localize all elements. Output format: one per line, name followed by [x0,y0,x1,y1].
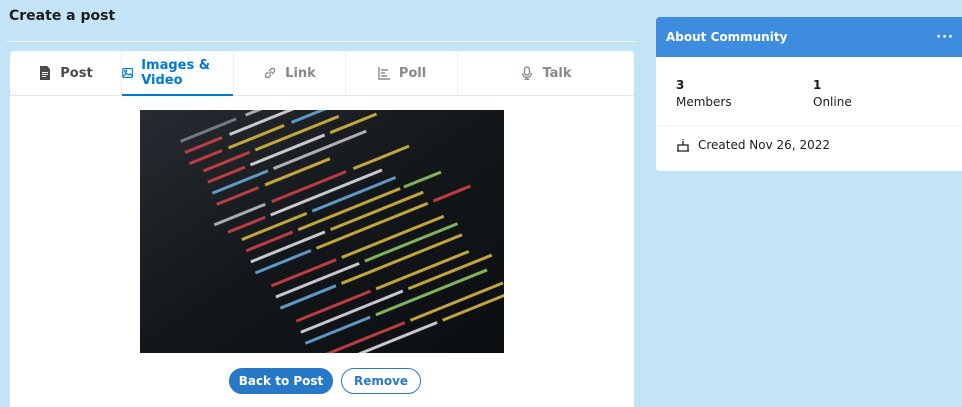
code-screen-image [140,110,504,353]
members-count: 3 [676,78,685,92]
tab-label: Poll [398,65,427,81]
link-icon [264,67,276,79]
create-post-card: Post Images & Video Link Poll Talk Back … [10,51,634,407]
created-date: Created Nov 26, 2022 [698,138,830,152]
tab-link[interactable]: Link [234,51,346,95]
more-options-icon[interactable]: ··· [936,30,954,45]
created-date-row: Created Nov 26, 2022 [656,126,962,164]
tab-images-video[interactable]: Images & Video [122,51,234,96]
back-to-post-button[interactable]: Back to Post [229,368,333,394]
remove-button[interactable]: Remove [341,368,421,394]
members-stat: 3 Members [676,77,813,125]
image-actions: Back to Post Remove [10,368,634,394]
tab-post[interactable]: Post [10,51,122,95]
about-community-title: About Community [666,30,788,44]
tab-label: Link [285,65,316,81]
online-count: 1 [813,78,822,92]
document-icon [40,66,51,80]
tab-poll[interactable]: Poll [346,51,458,95]
title-divider [7,41,635,42]
tab-talk[interactable]: Talk [458,51,634,95]
about-community-card: About Community ··· 3 Members 1 Online C… [656,17,962,171]
tab-label: Post [60,65,93,81]
cake-icon [677,139,689,152]
post-type-tabs: Post Images & Video Link Poll Talk [10,51,634,96]
members-label: Members [676,95,732,109]
tab-label: Talk [542,65,572,81]
page-title: Create a post [9,8,116,24]
uploaded-image-preview [140,110,504,353]
poll-icon [378,67,390,80]
about-community-header: About Community ··· [656,17,962,57]
image-icon [122,68,133,78]
online-stat: 1 Online [813,77,950,125]
online-label: Online [813,95,852,109]
community-stats: 3 Members 1 Online [656,57,962,126]
microphone-icon [522,66,533,80]
tab-label: Images & Video [141,58,211,88]
